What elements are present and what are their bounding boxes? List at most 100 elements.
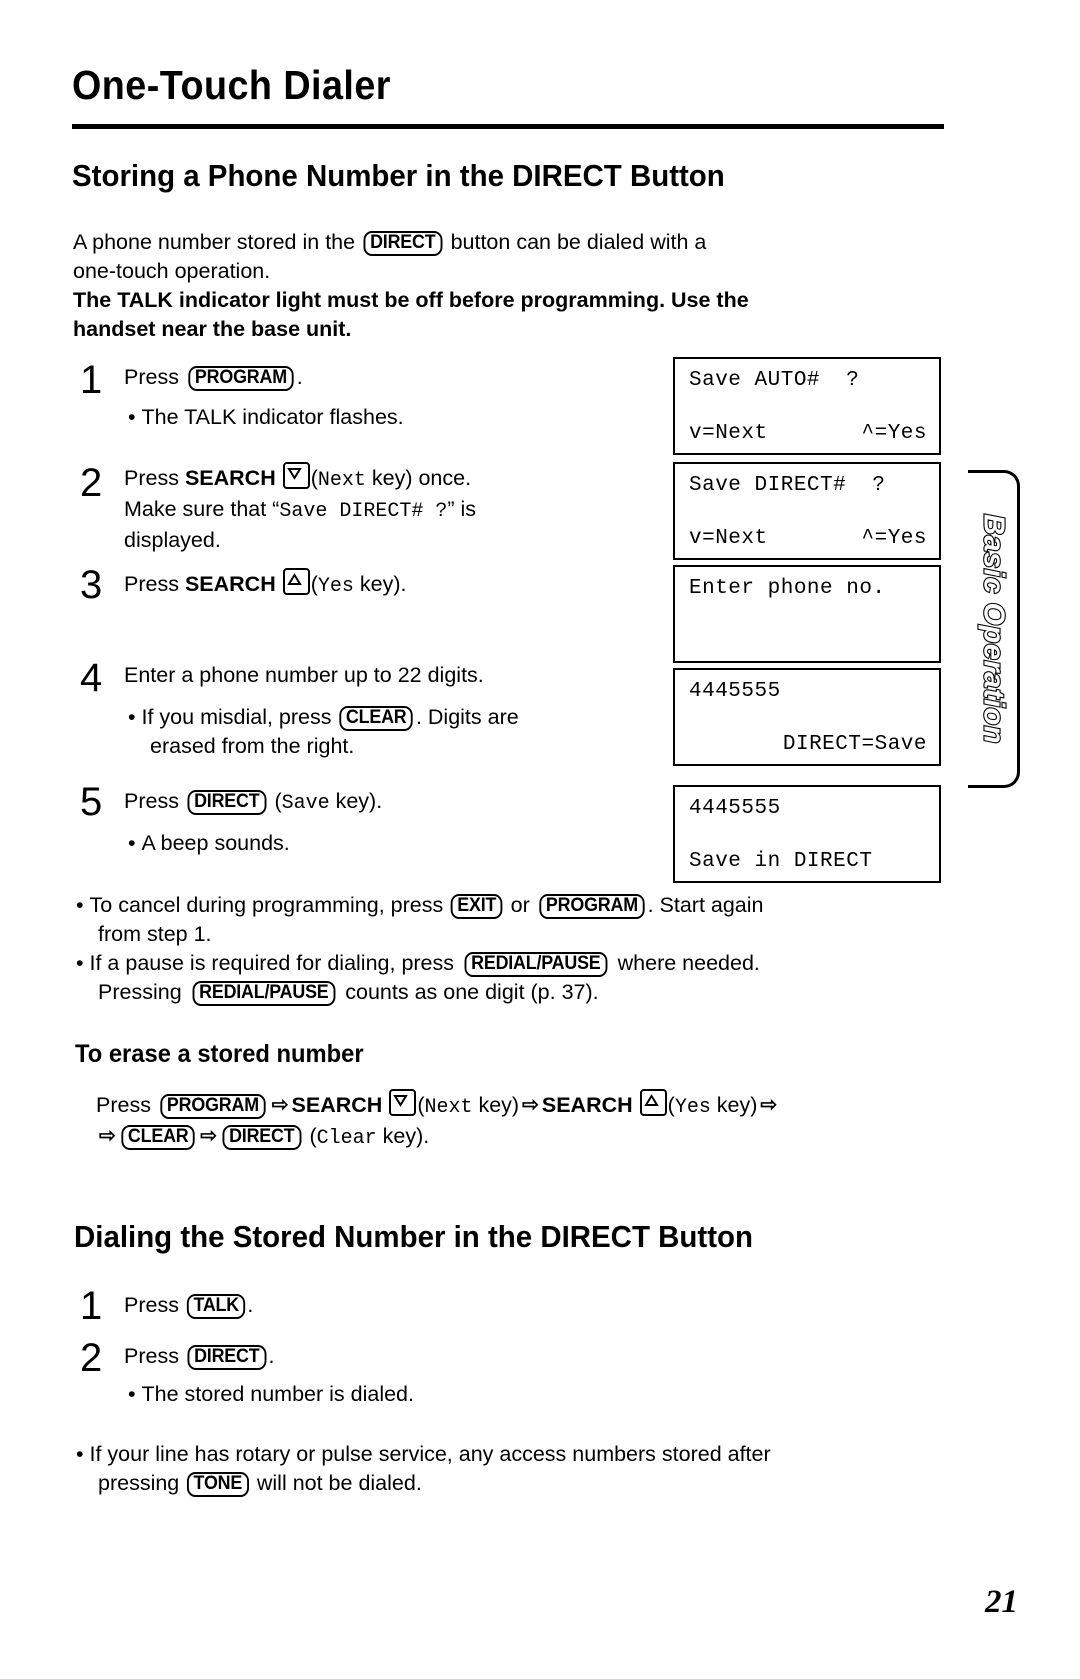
erase-search-1: SEARCH	[291, 1093, 383, 1117]
note2-line2-b: counts as one digit (p. 37).	[339, 980, 599, 1004]
lcd-display-2: Save DIRECT# ? v=Next ^=Yes	[673, 462, 941, 560]
lcd-display-5: 4445555 Save in DIRECT	[673, 785, 941, 883]
step-number-5: 5	[80, 780, 103, 824]
note2-line2-a: Pressing	[98, 980, 188, 1004]
note-pause: • If a pause is required for dialing, pr…	[76, 949, 976, 1007]
step-number-1: 1	[80, 358, 103, 402]
bullet-marker: •	[128, 1382, 142, 1406]
lcd1-line2: v=Next	[689, 422, 768, 445]
erase-search-2: SEARCH	[541, 1093, 633, 1117]
step4-bullet: • If you misdial, press CLEAR. Digits ar…	[128, 703, 648, 761]
step-content-3: Press SEARCH (Yes key).	[124, 568, 644, 601]
step-number-3: 3	[80, 563, 103, 607]
step3-text-after: key).	[353, 572, 407, 596]
lcd4-line2-right: DIRECT=Save	[782, 733, 927, 756]
bullet-marker: •	[76, 951, 90, 975]
dial-step-content-2: Press DIRECT.	[124, 1342, 624, 1371]
chevron-down-key-icon	[389, 1089, 417, 1116]
lcd1-line2-right: ^=Yes	[861, 422, 927, 445]
step5-bullet-text: A beep sounds.	[141, 831, 290, 855]
lcd2-line2: v=Next	[689, 527, 768, 550]
lcd1-line1: Save AUTO# ?	[689, 369, 860, 392]
lcd4-line1: 4445555	[689, 680, 781, 703]
dial-step2-bullet-text: The stored number is dialed.	[141, 1382, 414, 1406]
clear-keycap: CLEAR	[339, 706, 414, 731]
note3-a: If your line has rotary or pulse service…	[89, 1442, 771, 1466]
program-keycap: PROGRAM	[160, 1094, 266, 1119]
page-title: One-Touch Dialer	[72, 62, 391, 108]
erase-yes-word: Yes	[674, 1096, 711, 1119]
program-keycap: PROGRAM	[188, 366, 294, 391]
bullet-marker: •	[128, 705, 142, 729]
step5-text-after: key).	[329, 789, 383, 813]
lcd2-line2-right: ^=Yes	[861, 527, 927, 550]
direct-keycap: DIRECT	[187, 790, 266, 815]
intro-text-2: button can be dialed with a	[444, 230, 707, 254]
arrow-right-icon: ⇨	[271, 1094, 289, 1116]
arrow-right-icon: ⇨	[522, 1094, 539, 1116]
bullet-marker: •	[76, 893, 90, 917]
intro-text-1: A phone number stored in the	[73, 230, 362, 254]
dial-step-number-1: 1	[80, 1284, 103, 1328]
step2-line2-b: ” is	[447, 497, 477, 521]
step-content-5: Press DIRECT (Save key).	[124, 789, 383, 815]
tone-keycap: TONE	[187, 1472, 249, 1497]
step1-bullet: • The TALK indicator flashes.	[128, 403, 628, 432]
redial-pause-keycap: REDIAL/PAUSE	[192, 981, 335, 1006]
step3-yes-word: Yes	[317, 575, 354, 598]
dial-step2-after: .	[268, 1344, 275, 1368]
step3-search-label: SEARCH	[184, 572, 276, 596]
step2-line2-a: Make sure that “	[124, 497, 280, 521]
talk-keycap: TALK	[186, 1294, 246, 1319]
note1-c: . Start again	[647, 893, 764, 917]
erase-yes-suffix: key)	[710, 1093, 758, 1117]
step1-text-after: .	[296, 365, 303, 389]
erase-next-suffix: key)	[472, 1093, 520, 1117]
intro-text-3: one-touch operation.	[73, 259, 271, 283]
manual-page: One-Touch Dialer Storing a Phone Number …	[0, 0, 1080, 1679]
lcd-display-4: 4445555 DIRECT=Save	[673, 668, 941, 766]
step-content-2: Press SEARCH (Next key) once. Make sure …	[124, 462, 644, 555]
program-keycap: PROGRAM	[539, 894, 645, 919]
note-cancel: • To cancel during programming, press EX…	[76, 891, 956, 949]
lcd2-line1: Save DIRECT# ?	[689, 474, 886, 497]
note2-b: where needed.	[611, 951, 760, 975]
chevron-up-key-icon	[282, 568, 310, 595]
erase-line2-suffix: key).	[376, 1124, 430, 1148]
step2-text-before: Press	[124, 466, 185, 490]
arrow-right-icon: ⇨	[760, 1094, 778, 1116]
note3-line2-a: pressing	[98, 1471, 186, 1495]
step5-text-before: Press	[124, 789, 185, 813]
note3-line2-b: will not be dialed.	[250, 1471, 422, 1495]
section-heading-dialing: Dialing the Stored Number in the DIRECT …	[74, 1219, 753, 1254]
intro-bold-paragraph: The TALK indicator light must be off bef…	[73, 286, 953, 344]
dial-step1-before: Press	[124, 1293, 185, 1317]
dial-step2-before: Press	[124, 1344, 185, 1368]
side-tab-basic-operation: Basic Operation	[968, 470, 1020, 788]
step3-text-before: Press	[124, 572, 185, 596]
note1-line2: from step 1.	[98, 922, 212, 946]
erase-sequence: Press PROGRAM ⇨ SEARCH (Next key) ⇨ SEARCH (…	[96, 1089, 996, 1153]
section-heading-storing: Storing a Phone Number in the DIRECT But…	[72, 158, 725, 193]
erase-press: Press	[96, 1093, 157, 1117]
subsection-heading-erase: To erase a stored number	[75, 1040, 364, 1068]
step4-bullet-line2: erased from the right.	[150, 734, 355, 758]
step2-line2-mono: Save DIRECT# ?	[279, 500, 448, 523]
lcd5-line1: 4445555	[689, 797, 781, 820]
step5-bullet: • A beep sounds.	[128, 829, 628, 858]
dial-step1-after: .	[247, 1293, 254, 1317]
step2-search-label: SEARCH	[184, 466, 276, 490]
header-divider	[72, 124, 944, 129]
step1-bullet-text: The TALK indicator flashes.	[141, 405, 404, 429]
step-number-4: 4	[80, 656, 103, 700]
dial-step2-bullet: • The stored number is dialed.	[128, 1380, 628, 1409]
note1-a: To cancel during programming, press	[89, 893, 450, 917]
direct-keycap: DIRECT	[187, 1345, 266, 1370]
arrow-right-icon: ⇨	[99, 1125, 116, 1147]
direct-keycap: DIRECT	[222, 1125, 302, 1150]
bullet-marker: •	[76, 1442, 90, 1466]
erase-next-word: Next	[424, 1096, 473, 1119]
page-number: 21	[985, 1584, 1018, 1620]
clear-keycap: CLEAR	[121, 1125, 195, 1150]
intro-bold-line-2: handset near the base unit.	[73, 317, 352, 341]
